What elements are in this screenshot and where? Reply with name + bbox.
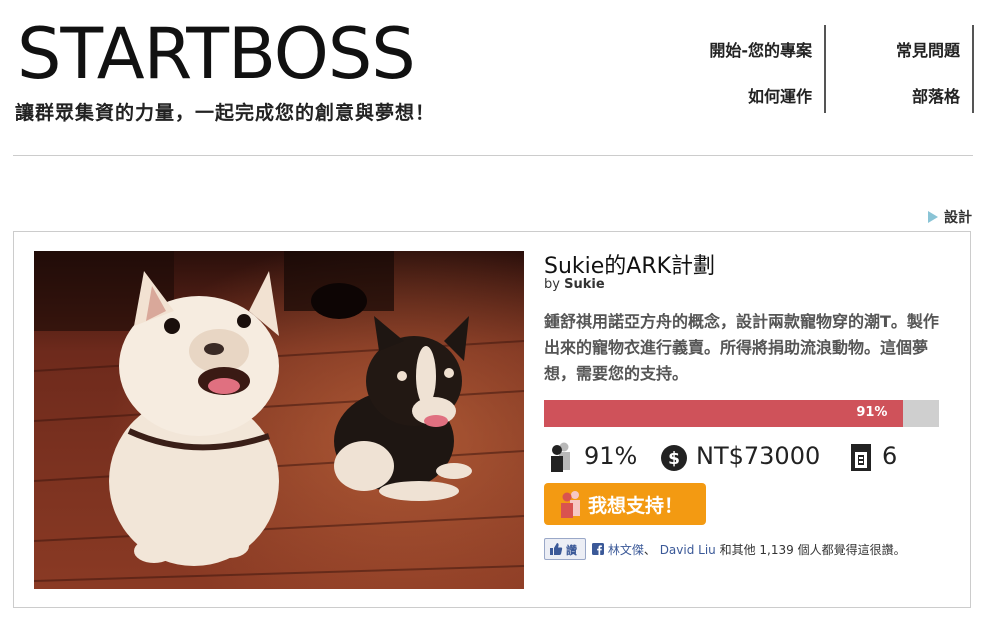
facebook-separator: 、 bbox=[643, 543, 656, 557]
supporter-icon bbox=[561, 491, 580, 518]
nav-blog[interactable]: 部落格 bbox=[912, 83, 960, 107]
facebook-friend-link[interactable]: 林文傑 bbox=[608, 543, 644, 557]
play-arrow-icon bbox=[928, 211, 938, 223]
stat-funded-value: 91% bbox=[584, 442, 638, 470]
funding-progress-fill: 91% bbox=[544, 400, 904, 427]
nav-column-left: 開始-您的專案 如何運作 bbox=[670, 25, 826, 113]
main-nav: 開始-您的專案 如何運作 常見問題 部落格 bbox=[670, 25, 975, 113]
stat-funded: 91% bbox=[544, 441, 639, 473]
tagline: 讓群眾集資的力量，一起完成您的創意與夢想！ bbox=[15, 102, 436, 124]
stat-days: 6 bbox=[846, 441, 926, 473]
facebook-icon bbox=[592, 543, 604, 555]
header-divider bbox=[13, 155, 973, 156]
facebook-like-label: 讚 bbox=[566, 544, 577, 557]
project-byline: by Sukie bbox=[544, 277, 605, 292]
facebook-likes-count-text: 和其他 1,139 個人都覺得這很讚。 bbox=[719, 543, 906, 557]
category-label: 設計 bbox=[944, 210, 972, 226]
nav-how-it-works[interactable]: 如何運作 bbox=[748, 83, 812, 107]
project-title[interactable]: Sukie的ARK計劃 bbox=[544, 248, 715, 280]
project-card: Sukie的ARK計劃 by Sukie 鍾舒祺用諾亞方舟的概念，設計兩款寵物穿… bbox=[13, 231, 971, 608]
svg-text:$: $ bbox=[668, 449, 680, 469]
logo[interactable]: STARTBOSS bbox=[17, 14, 416, 94]
people-icon bbox=[551, 442, 570, 472]
funding-progress-label: 91% bbox=[856, 405, 888, 420]
support-button[interactable]: 我想支持！ bbox=[544, 483, 706, 525]
byline-prefix: by bbox=[544, 277, 560, 292]
calendar-icon bbox=[851, 444, 871, 471]
facebook-like-button[interactable]: 讚 bbox=[544, 538, 586, 560]
stat-days-value: 6 bbox=[882, 442, 898, 470]
thumbs-up-icon bbox=[550, 543, 563, 555]
category-link[interactable]: 設計 bbox=[928, 207, 972, 227]
stat-amount: $ NT$73000 bbox=[660, 441, 830, 473]
project-description: 鍾舒祺用諾亞方舟的概念，設計兩款寵物穿的潮T。製作出來的寵物衣進行義賣。所得將捐… bbox=[544, 312, 939, 383]
project-stats: 91% $ NT$73000 6 bbox=[544, 441, 944, 473]
nav-column-right: 常見問題 部落格 bbox=[826, 25, 974, 113]
project-author[interactable]: Sukie bbox=[564, 277, 605, 292]
nav-faq[interactable]: 常見問題 bbox=[896, 37, 960, 61]
facebook-like-text: 林文傑、 David Liu 和其他 1,139 個人都覺得這很讚。 bbox=[592, 541, 906, 558]
project-photo-image bbox=[34, 251, 524, 589]
nav-start-project[interactable]: 開始-您的專案 bbox=[709, 37, 812, 61]
project-photo[interactable] bbox=[34, 251, 524, 589]
facebook-friend-link[interactable]: David Liu bbox=[660, 543, 716, 557]
dollar-icon: $ bbox=[661, 445, 687, 471]
funding-progress-bar: 91% bbox=[544, 400, 939, 427]
stat-amount-value: NT$73000 bbox=[696, 442, 821, 470]
support-button-label: 我想支持！ bbox=[588, 495, 684, 517]
